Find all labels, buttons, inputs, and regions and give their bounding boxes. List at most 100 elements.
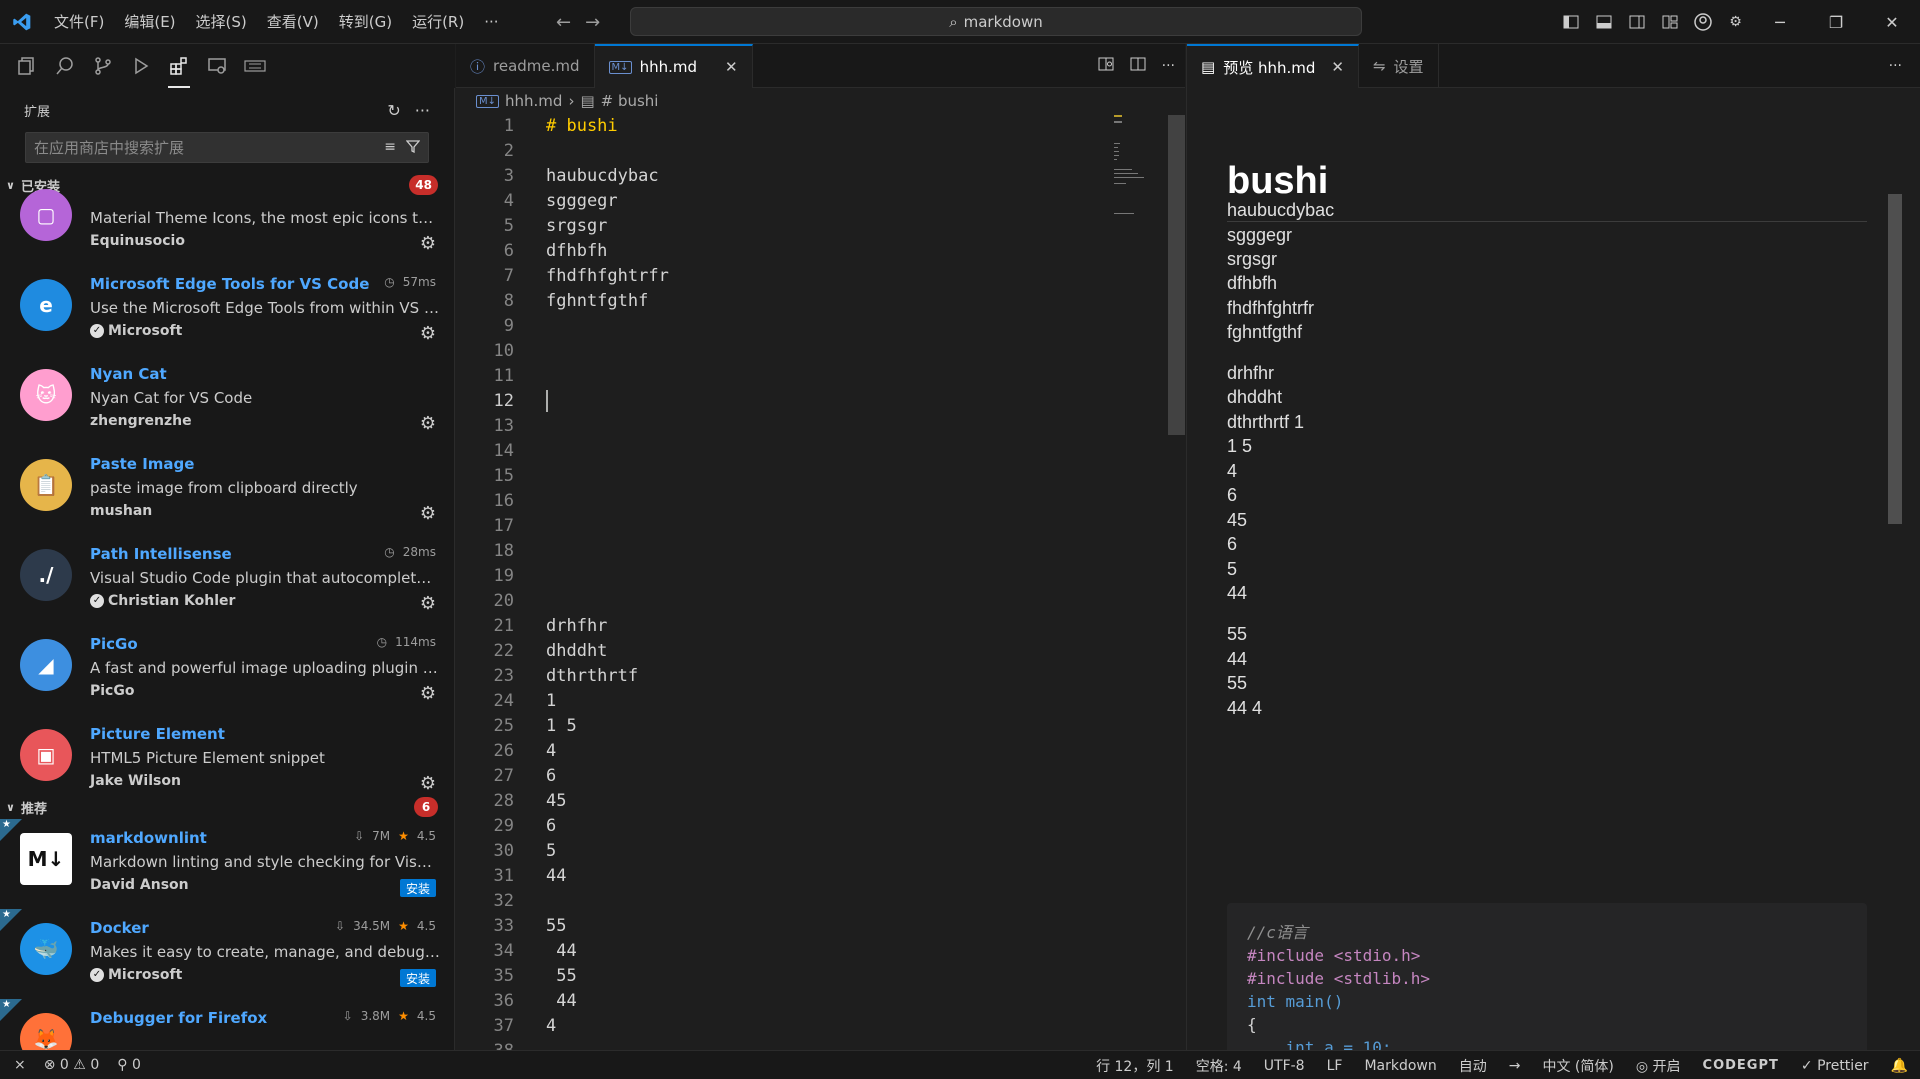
extension-item[interactable]: ★ M↓ markdownlint Markdown linting and styl… xyxy=(0,819,454,909)
toggle-panel-icon[interactable] xyxy=(1587,0,1620,44)
close-tab-icon[interactable]: ✕ xyxy=(1331,58,1344,76)
forward-arrow-icon[interactable]: → xyxy=(585,12,600,33)
prettier-label: Prettier xyxy=(1817,1057,1869,1074)
toggle-secondary-sidebar-icon[interactable] xyxy=(1620,0,1653,44)
preview-scrollbar[interactable] xyxy=(1886,184,1902,1050)
close-tab-icon[interactable]: ✕ xyxy=(725,58,738,76)
manage-gear-icon[interactable]: ⚙ xyxy=(420,593,436,614)
search-icon[interactable] xyxy=(46,44,84,88)
minimap[interactable] xyxy=(1112,113,1168,273)
tab-label: readme.md xyxy=(493,57,580,75)
recommended-section-header[interactable]: ∨ 推荐 6 xyxy=(0,795,454,819)
cursor-position[interactable]: 行 12，列 1 xyxy=(1096,1056,1174,1076)
manage-gear-icon[interactable]: ⚙ xyxy=(420,413,436,434)
install-button[interactable]: 安装 xyxy=(399,879,436,897)
line-text: dthrthrtf xyxy=(546,665,639,686)
extension-item[interactable]: ▢ Material Theme Icons, the most epic ico… xyxy=(0,175,454,265)
manage-gear-icon[interactable]: ⚙ xyxy=(420,323,436,344)
minimize-icon[interactable]: ─ xyxy=(1752,0,1808,44)
ports-count: 0 xyxy=(131,1057,141,1073)
notifications-bell-icon[interactable]: 🔔 xyxy=(1891,1058,1908,1074)
menu-file[interactable]: 文件(F) xyxy=(44,0,114,44)
clear-filter-icon[interactable]: ≡ xyxy=(384,139,396,157)
manage-gear-icon[interactable]: ⚙ xyxy=(420,773,436,794)
codegpt-indicator[interactable]: CODEGPT xyxy=(1703,1058,1779,1073)
source-control-icon[interactable] xyxy=(84,44,122,88)
account-icon[interactable] xyxy=(1686,0,1719,44)
end-of-line[interactable]: LF xyxy=(1327,1058,1343,1074)
extensions-icon[interactable] xyxy=(160,44,198,88)
breadcrumb-file[interactable]: hhh.md xyxy=(505,92,562,110)
language-mode[interactable]: Markdown xyxy=(1364,1058,1436,1074)
menu-run[interactable]: 运行(R) xyxy=(402,0,474,44)
extension-item[interactable]: 🐱 Nyan Cat Nyan Cat for VS Code zhengrenzhe… xyxy=(0,355,454,445)
preview-text-line: 1 5 xyxy=(1227,436,1253,456)
settings-gear-icon[interactable]: ⚙ xyxy=(1719,0,1752,44)
breadcrumb-symbol[interactable]: # bushi xyxy=(601,92,659,110)
auto-indicator[interactable]: 自动 xyxy=(1459,1056,1487,1076)
refresh-icon[interactable]: ↻ xyxy=(387,101,400,120)
filter-icon[interactable] xyxy=(405,139,421,157)
locale-indicator[interactable]: 中文 (简体) xyxy=(1542,1056,1613,1076)
problems-indicator[interactable]: ⊗ 0 ⚠ 0 xyxy=(44,1057,100,1073)
extension-search-input[interactable] xyxy=(34,138,364,157)
arrow-right-icon[interactable]: → xyxy=(1509,1058,1521,1074)
customize-layout-icon[interactable] xyxy=(1653,0,1686,44)
menu-go[interactable]: 转到(G) xyxy=(329,0,402,44)
remote-explorer-icon[interactable] xyxy=(198,44,236,88)
extension-item[interactable]: ★ 🐳 Docker Makes it easy to create, manage,… xyxy=(0,909,454,999)
code-line: 13 xyxy=(456,413,1185,438)
split-editor-icon[interactable] xyxy=(1130,56,1146,76)
code-line: 23 dthrthrtf xyxy=(456,663,1185,688)
manage-gear-icon[interactable]: ⚙ xyxy=(420,503,436,524)
code-line: 2 xyxy=(456,138,1185,163)
indentation[interactable]: 空格: 4 xyxy=(1196,1056,1242,1076)
tab-readme[interactable]: ⓘ readme.md xyxy=(456,44,595,88)
editor-scrollbar[interactable] xyxy=(1168,113,1185,1050)
preview-text-line: srgsgr xyxy=(1227,249,1278,269)
extension-icon: 🐳 xyxy=(20,923,72,975)
open-preview-side-icon[interactable] xyxy=(1098,56,1114,76)
line-number: 12 xyxy=(493,390,514,411)
menu-edit[interactable]: 编辑(E) xyxy=(114,0,185,44)
more-actions-icon[interactable]: ··· xyxy=(1162,58,1175,74)
more-actions-icon[interactable]: ··· xyxy=(1889,58,1902,74)
restore-icon[interactable]: ❐ xyxy=(1808,0,1864,44)
scrollbar-thumb[interactable] xyxy=(1168,115,1185,435)
tab-hhh[interactable]: M↓ hhh.md ✕ xyxy=(594,44,753,88)
extension-item[interactable]: ★ 🦊 Debugger for Firefox ⇩ 3.8M ★ 4.5 xyxy=(0,999,454,1050)
close-window-icon[interactable]: ✕ xyxy=(1864,0,1920,44)
extension-item[interactable]: ./ Path Intellisense Visual Studio Code pl… xyxy=(0,535,454,625)
extension-stats: ⇩ 3.8M ★ 4.5 xyxy=(343,1009,436,1023)
run-debug-icon[interactable] xyxy=(122,44,160,88)
extension-item[interactable]: ▣ Picture Element HTML5 Picture Element sn… xyxy=(0,715,454,805)
install-button[interactable]: 安装 xyxy=(399,969,436,987)
code-editor[interactable]: 1 # bushi 2 3 haubucdybac 4 sgggegr 5 srgsgr 6 dfh… xyxy=(456,113,1185,1050)
ports-indicator[interactable]: ⚲ 0 xyxy=(117,1057,141,1073)
extension-item[interactable]: e Microsoft Edge Tools for VS Code Use the… xyxy=(0,265,454,355)
menu-more[interactable]: ··· xyxy=(474,0,508,44)
menu-view[interactable]: 查看(V) xyxy=(257,0,329,44)
more-actions-icon[interactable]: ··· xyxy=(415,101,430,120)
line-text: 4 xyxy=(546,740,557,761)
extension-item[interactable]: ◢ PicGo A fast and powerful image uploadin… xyxy=(0,625,454,715)
prettier-indicator[interactable]: ✓ Prettier xyxy=(1801,1058,1869,1074)
back-arrow-icon[interactable]: ← xyxy=(556,12,571,33)
command-center-search[interactable]: ⌕ markdown xyxy=(630,7,1362,36)
extension-item[interactable]: 📋 Paste Image paste image from clipboard d… xyxy=(0,445,454,535)
extension-name: Docker xyxy=(90,919,149,937)
menu-selection[interactable]: 选择(S) xyxy=(186,0,257,44)
remote-indicator-icon[interactable]: ⨯ xyxy=(14,1057,26,1073)
code-line: 17 xyxy=(456,513,1185,538)
line-text: 1 5 xyxy=(546,715,577,736)
toggle-primary-sidebar-icon[interactable] xyxy=(1554,0,1587,44)
scrollbar-thumb[interactable] xyxy=(1888,194,1902,524)
manage-gear-icon[interactable]: ⚙ xyxy=(420,233,436,254)
tab-preview[interactable]: ▤ 预览 hhh.md ✕ xyxy=(1187,44,1359,88)
explorer-icon[interactable] xyxy=(8,44,46,88)
encoding[interactable]: UTF-8 xyxy=(1264,1058,1305,1074)
codegpt-icon[interactable] xyxy=(236,44,274,88)
manage-gear-icon[interactable]: ⚙ xyxy=(420,683,436,704)
open-indicator[interactable]: ◎ 开启 xyxy=(1636,1056,1681,1076)
tab-settings[interactable]: ⇋ 设置 xyxy=(1359,44,1439,88)
